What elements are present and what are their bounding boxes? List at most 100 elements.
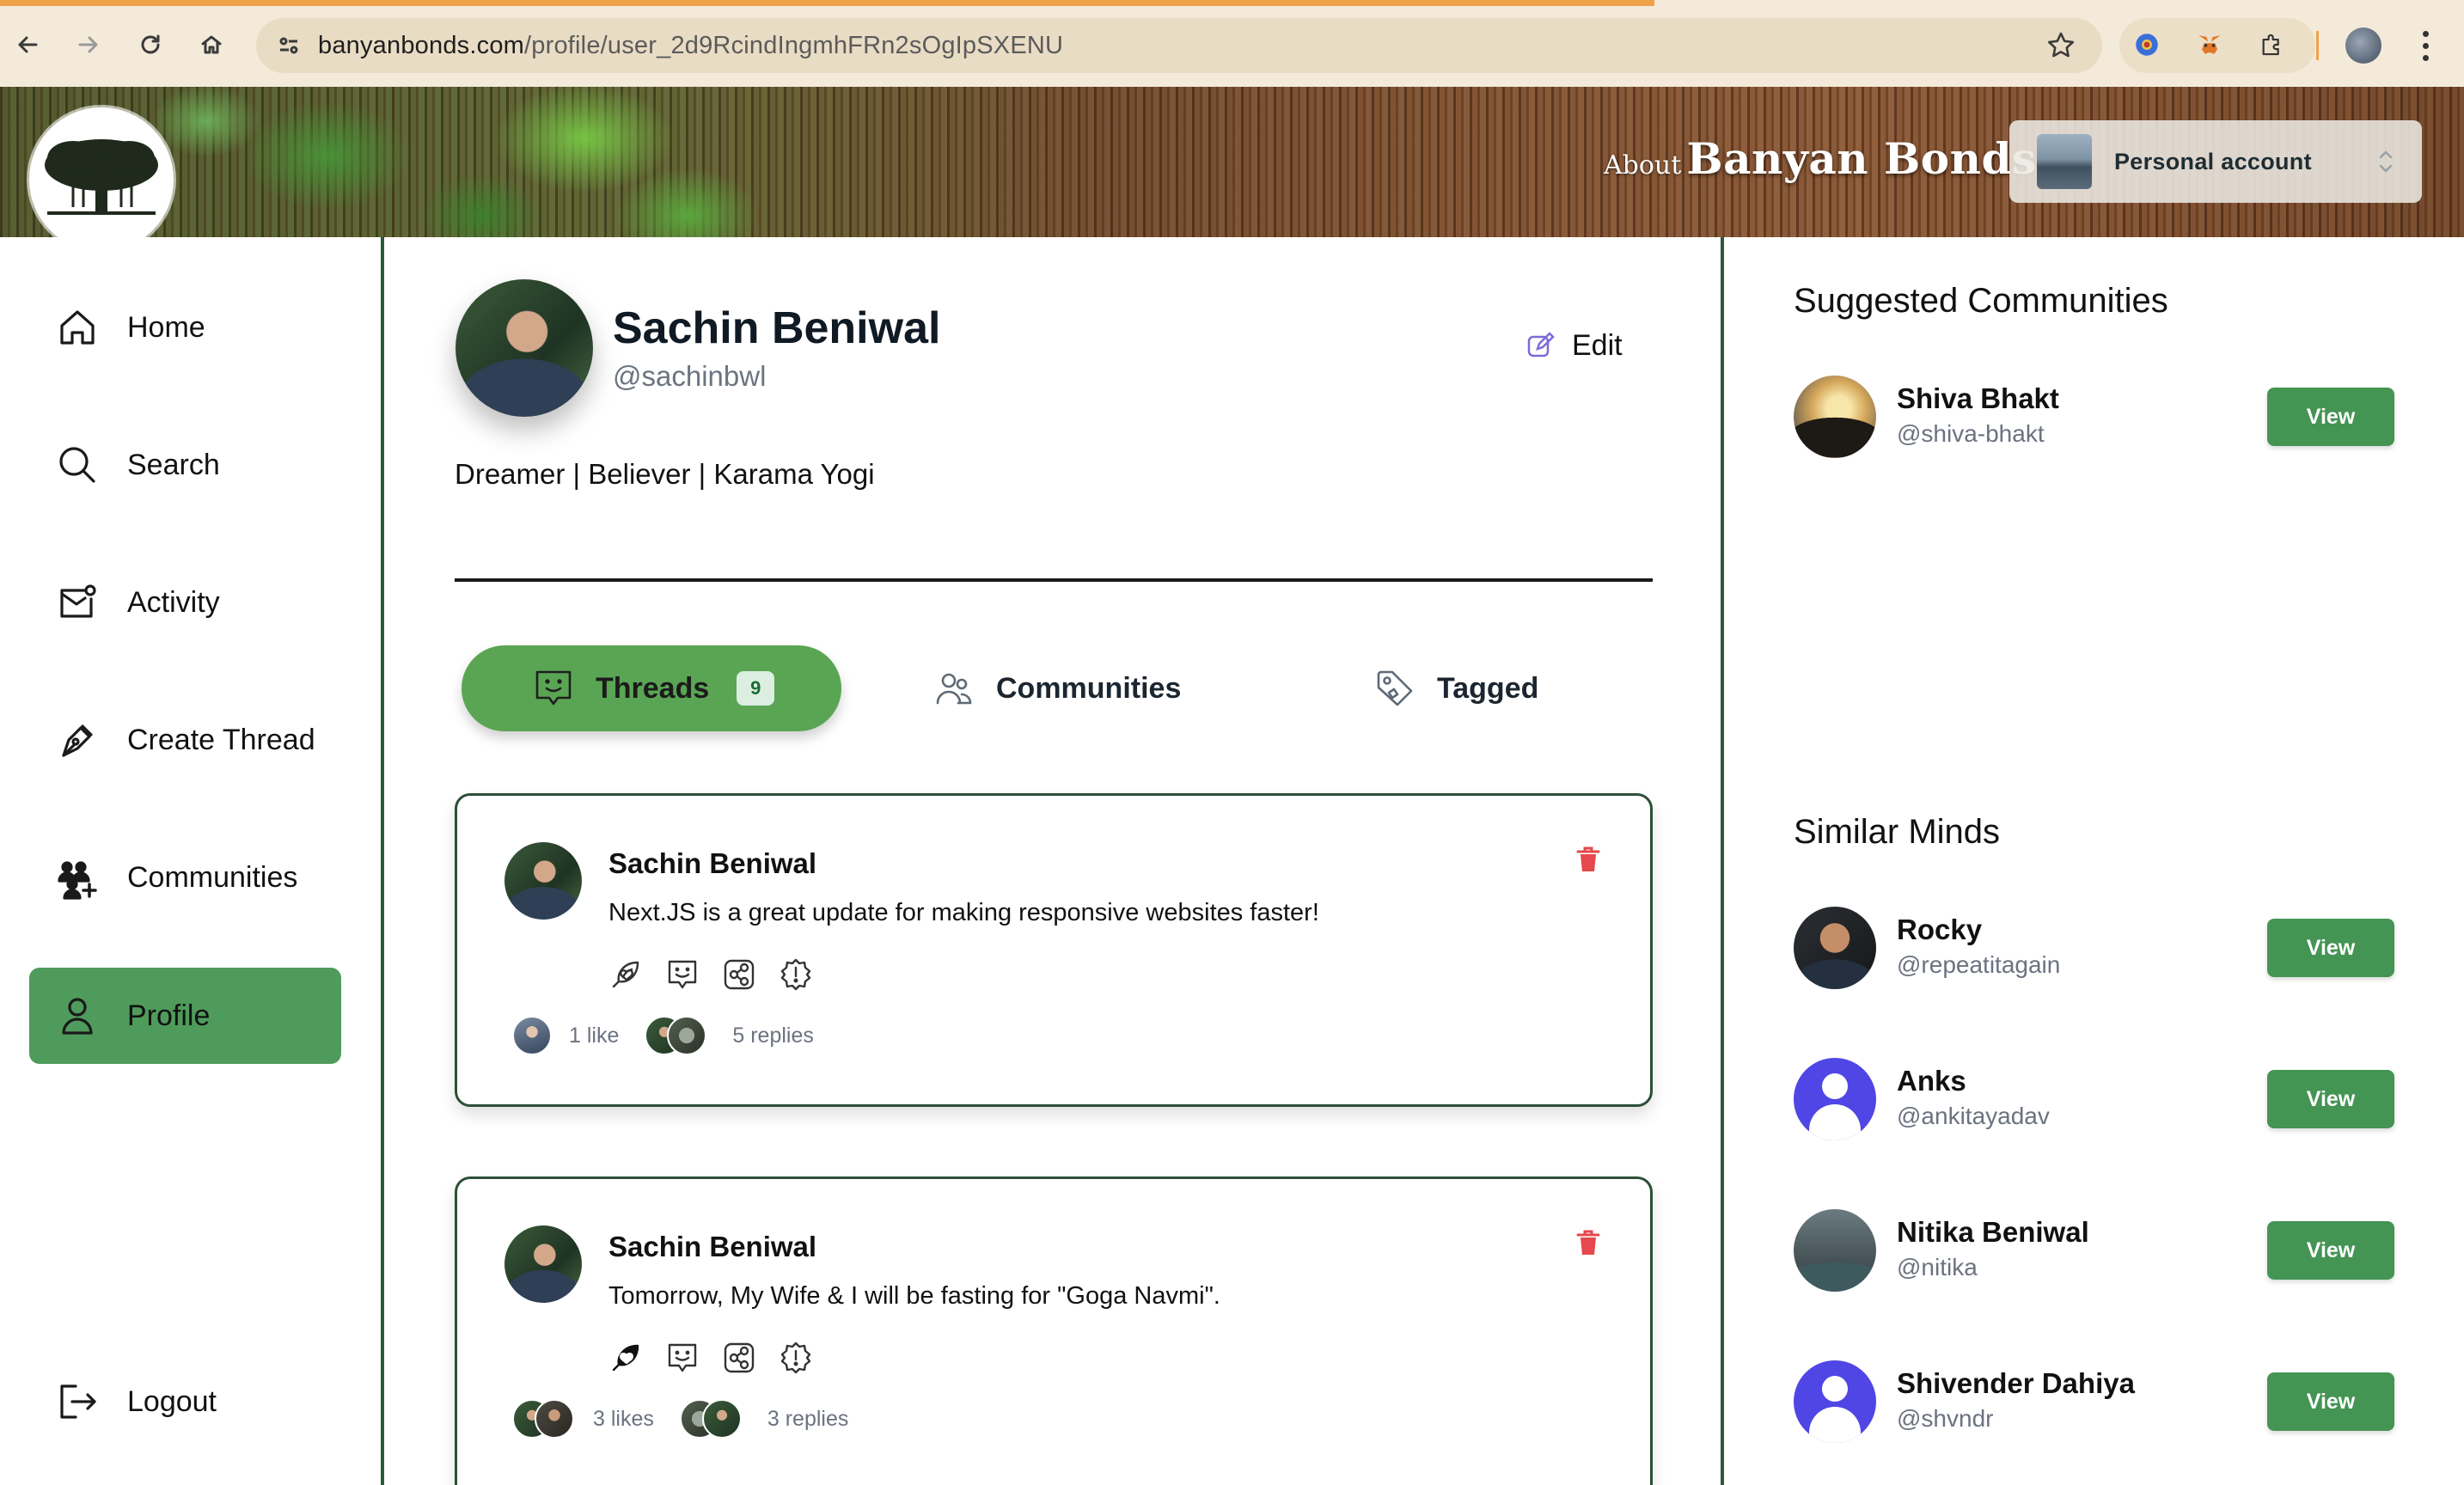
edit-icon — [1527, 331, 1555, 357]
replies-count[interactable]: 3 replies — [767, 1407, 849, 1432]
communities-tab-icon — [932, 667, 975, 710]
delete-icon[interactable] — [1576, 1229, 1600, 1256]
likes-count[interactable]: 3 likes — [593, 1407, 654, 1432]
report-icon[interactable] — [779, 957, 813, 992]
liked-icon[interactable] — [608, 1341, 643, 1375]
reload-icon[interactable] — [131, 26, 169, 64]
tab-tagged[interactable]: Tagged — [1373, 645, 1538, 731]
view-community-button[interactable]: View — [2267, 388, 2394, 446]
sidebar-item-label: Activity — [127, 585, 220, 619]
thread-author[interactable]: Sachin Beniwal — [608, 847, 816, 880]
sidebar-item-label: Profile — [127, 999, 211, 1032]
page-load-progress — [0, 0, 1654, 6]
search-icon — [53, 441, 101, 489]
tab-communities[interactable]: Communities — [932, 645, 1181, 731]
share-icon[interactable] — [722, 957, 756, 992]
activity-icon — [53, 578, 101, 626]
thread-meta: 1 like 5 replies — [512, 1016, 814, 1055]
sidebar-item-home[interactable]: Home — [29, 279, 341, 376]
liker-avatar — [535, 1399, 574, 1439]
home-icon — [53, 303, 101, 351]
account-thumbnail — [2037, 134, 2092, 189]
tab-label: Communities — [996, 671, 1182, 705]
sidebar-item-label: Home — [127, 310, 205, 344]
user-list-item: Nitika Beniwal @nitika View — [1794, 1209, 2395, 1295]
thread-card: Sachin Beniwal Tomorrow, My Wife & I wil… — [455, 1176, 1653, 1485]
thread-text: Tomorrow, My Wife & I will be fasting fo… — [608, 1282, 1220, 1310]
bookmark-star-icon[interactable] — [2045, 30, 2076, 61]
replies-count[interactable]: 5 replies — [732, 1024, 814, 1048]
profile-handle: @sachinbwl — [613, 360, 767, 392]
community-handle: @shiva-bhakt — [1897, 420, 2045, 447]
extension-metamask-icon[interactable] — [2192, 28, 2227, 62]
account-switcher[interactable]: Personal account — [2009, 120, 2422, 203]
community-avatar[interactable] — [1794, 376, 1876, 458]
user-handle: @shvndr — [1897, 1405, 1994, 1432]
user-name: Nitika Beniwal — [1897, 1216, 2089, 1248]
address-bar[interactable]: banyanbonds.com/profile/user_2d9RcindIng… — [256, 18, 2102, 73]
liker-avatar — [512, 1016, 552, 1055]
account-switcher-label: Personal account — [2114, 148, 2312, 174]
extensions-puzzle-icon[interactable] — [2254, 28, 2289, 62]
delete-icon[interactable] — [1576, 846, 1600, 873]
user-handle: @ankitayadav — [1897, 1103, 2050, 1129]
likes-count[interactable]: 1 like — [569, 1024, 619, 1048]
reply-icon[interactable] — [665, 957, 700, 992]
thread-author-avatar[interactable] — [504, 842, 582, 920]
report-icon[interactable] — [779, 1341, 813, 1375]
tab-label: Threads — [596, 671, 710, 705]
suggested-communities-title: Suggested Communities — [1794, 282, 2168, 320]
back-icon[interactable] — [9, 26, 46, 64]
view-user-button[interactable]: View — [2267, 1070, 2394, 1128]
thread-actions — [608, 957, 813, 992]
chevron-updown-icon — [2379, 150, 2393, 173]
user-avatar[interactable] — [1794, 1058, 1876, 1140]
profile-avatar — [456, 279, 593, 417]
sidebar-item-communities[interactable]: Communities — [29, 829, 341, 926]
community-name: Shiva Bhakt — [1897, 382, 2059, 414]
tab-label: Tagged — [1437, 671, 1539, 705]
thread-author-avatar[interactable] — [504, 1225, 582, 1303]
thread-author[interactable]: Sachin Beniwal — [608, 1231, 816, 1263]
logout-icon — [53, 1378, 101, 1426]
user-avatar[interactable] — [1794, 1209, 1876, 1292]
logout-button[interactable]: Logout — [29, 1354, 341, 1450]
brand[interactable]: About Banyan Bonds — [1604, 133, 2037, 184]
profile-divider — [455, 578, 1653, 582]
edit-profile-button[interactable]: Edit — [1525, 329, 1623, 363]
sidebar-item-activity[interactable]: Activity — [29, 554, 341, 651]
banyan-logo[interactable] — [29, 107, 174, 237]
tab-threads[interactable]: Threads 9 — [462, 645, 841, 731]
sidebar-item-label: Communities — [127, 860, 298, 894]
logout-label: Logout — [127, 1384, 217, 1418]
toolbar-separator — [2316, 31, 2319, 60]
sidebar-item-label: Create Thread — [127, 723, 315, 756]
sidebar-item-search[interactable]: Search — [29, 417, 341, 513]
browser-menu-icon[interactable] — [2417, 28, 2434, 64]
browser-profile-avatar[interactable] — [2345, 28, 2381, 64]
user-handle: @repeatitagain — [1897, 951, 2061, 978]
sidebar-item-create-thread[interactable]: Create Thread — [29, 692, 341, 788]
communities-icon — [53, 853, 101, 901]
sidebar-item-label: Search — [127, 448, 220, 481]
view-user-button[interactable]: View — [2267, 1221, 2394, 1280]
home-browser-icon[interactable] — [193, 26, 230, 64]
user-avatar[interactable] — [1794, 1360, 1876, 1443]
url-text: banyanbonds.com/profile/user_2d9RcindIng… — [318, 31, 1064, 59]
extension-chrome-icon[interactable] — [2130, 28, 2164, 62]
sidebar-item-profile[interactable]: Profile — [29, 968, 341, 1064]
brand-name[interactable]: Banyan Bonds — [1686, 133, 2036, 184]
user-handle: @nitika — [1897, 1254, 1978, 1280]
user-avatar[interactable] — [1794, 907, 1876, 989]
about-link[interactable]: About — [1604, 150, 1681, 180]
site-settings-icon[interactable] — [272, 28, 306, 63]
view-user-button[interactable]: View — [2267, 919, 2394, 977]
community-list-item: Shiva Bhakt @shiva-bhakt View — [1794, 376, 2395, 461]
like-icon[interactable] — [608, 957, 643, 992]
view-user-button[interactable]: View — [2267, 1372, 2394, 1431]
share-icon[interactable] — [722, 1341, 756, 1375]
thread-text: Next.JS is a great update for making res… — [608, 899, 1319, 926]
thread-card: Sachin Beniwal Next.JS is a great update… — [455, 793, 1653, 1107]
reply-icon[interactable] — [665, 1341, 700, 1375]
forward-icon[interactable] — [70, 26, 107, 64]
